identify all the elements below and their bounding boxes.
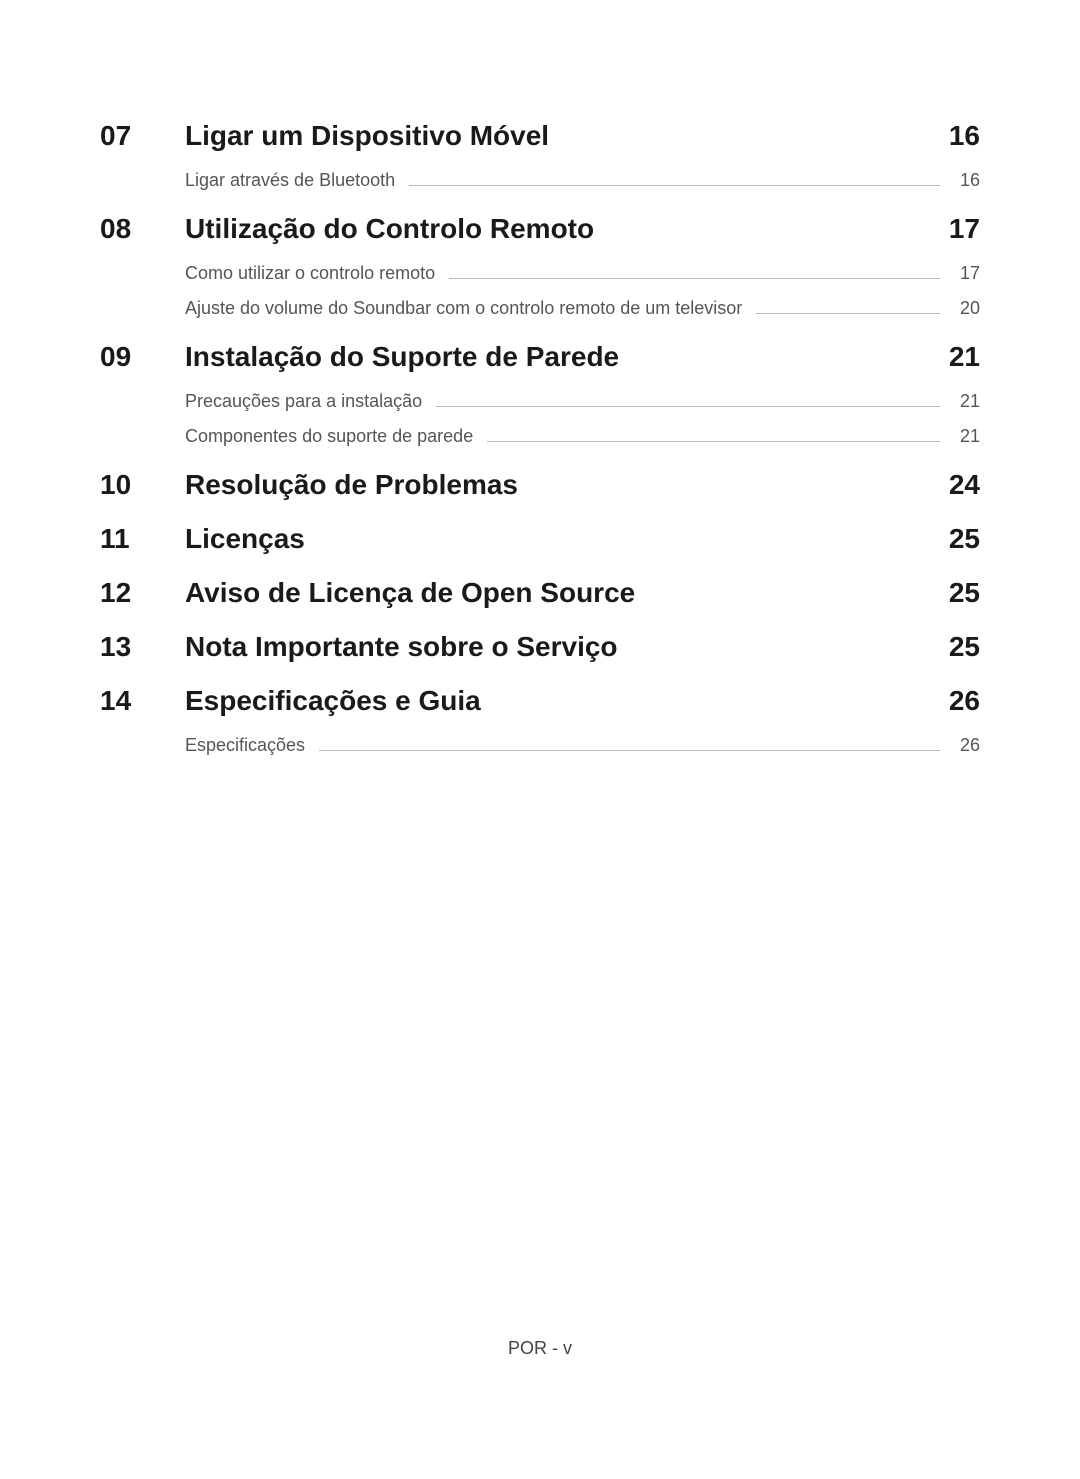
- section-title: Especificações e Guia: [185, 685, 949, 717]
- toc-section-13: 13 Nota Importante sobre o Serviço 25: [100, 631, 980, 663]
- sub-row: Ajuste do volume do Soundbar com o contr…: [185, 298, 980, 319]
- sub-row: Como utilizar o controlo remoto 17: [185, 263, 980, 284]
- toc-section-09: 09 Instalação do Suporte de Parede 21 Pr…: [100, 341, 980, 447]
- toc-section-10: 10 Resolução de Problemas 24: [100, 469, 980, 501]
- section-number: 14: [100, 685, 185, 717]
- section-row: 11 Licenças 25: [100, 523, 980, 555]
- section-row: 10 Resolução de Problemas 24: [100, 469, 980, 501]
- section-title: Licenças: [185, 523, 949, 555]
- sub-title: Componentes do suporte de parede: [185, 426, 473, 447]
- sub-title: Como utilizar o controlo remoto: [185, 263, 435, 284]
- sub-page: 21: [952, 391, 980, 412]
- section-title: Nota Importante sobre o Serviço: [185, 631, 949, 663]
- section-row: 07 Ligar um Dispositivo Móvel 16: [100, 120, 980, 152]
- sub-page: 26: [952, 735, 980, 756]
- section-number: 07: [100, 120, 185, 152]
- toc-section-07: 07 Ligar um Dispositivo Móvel 16 Ligar a…: [100, 120, 980, 191]
- toc-section-11: 11 Licenças 25: [100, 523, 980, 555]
- sub-page: 21: [952, 426, 980, 447]
- toc-section-14: 14 Especificações e Guia 26 Especificaçõ…: [100, 685, 980, 756]
- section-number: 08: [100, 213, 185, 245]
- section-page: 24: [949, 469, 980, 501]
- section-row: 08 Utilização do Controlo Remoto 17: [100, 213, 980, 245]
- sub-page: 20: [952, 298, 980, 319]
- sub-title: Ajuste do volume do Soundbar com o contr…: [185, 298, 742, 319]
- section-row: 14 Especificações e Guia 26: [100, 685, 980, 717]
- leader-line: [449, 278, 940, 279]
- leader-line: [409, 185, 940, 186]
- section-page: 21: [949, 341, 980, 373]
- toc-content: 07 Ligar um Dispositivo Móvel 16 Ligar a…: [0, 0, 1080, 756]
- section-page: 25: [949, 631, 980, 663]
- sub-title: Especificações: [185, 735, 305, 756]
- section-number: 10: [100, 469, 185, 501]
- sub-page: 17: [952, 263, 980, 284]
- section-title: Ligar um Dispositivo Móvel: [185, 120, 949, 152]
- section-title: Resolução de Problemas: [185, 469, 949, 501]
- section-page: 17: [949, 213, 980, 245]
- sub-row: Especificações 26: [185, 735, 980, 756]
- toc-section-12: 12 Aviso de Licença de Open Source 25: [100, 577, 980, 609]
- section-number: 09: [100, 341, 185, 373]
- section-number: 12: [100, 577, 185, 609]
- sub-row: Precauções para a instalação 21: [185, 391, 980, 412]
- section-page: 25: [949, 577, 980, 609]
- leader-line: [436, 406, 940, 407]
- sub-row: Ligar através de Bluetooth 16: [185, 170, 980, 191]
- sub-page: 16: [952, 170, 980, 191]
- section-number: 11: [100, 523, 185, 555]
- leader-line: [756, 313, 940, 314]
- section-page: 25: [949, 523, 980, 555]
- section-title: Utilização do Controlo Remoto: [185, 213, 949, 245]
- leader-line: [487, 441, 940, 442]
- section-page: 16: [949, 120, 980, 152]
- sub-title: Precauções para a instalação: [185, 391, 422, 412]
- section-number: 13: [100, 631, 185, 663]
- sub-row: Componentes do suporte de parede 21: [185, 426, 980, 447]
- section-row: 12 Aviso de Licença de Open Source 25: [100, 577, 980, 609]
- section-page: 26: [949, 685, 980, 717]
- leader-line: [319, 750, 940, 751]
- section-row: 09 Instalação do Suporte de Parede 21: [100, 341, 980, 373]
- section-row: 13 Nota Importante sobre o Serviço 25: [100, 631, 980, 663]
- page-footer: POR - v: [0, 1338, 1080, 1359]
- sub-title: Ligar através de Bluetooth: [185, 170, 395, 191]
- section-title: Instalação do Suporte de Parede: [185, 341, 949, 373]
- toc-section-08: 08 Utilização do Controlo Remoto 17 Como…: [100, 213, 980, 319]
- section-title: Aviso de Licença de Open Source: [185, 577, 949, 609]
